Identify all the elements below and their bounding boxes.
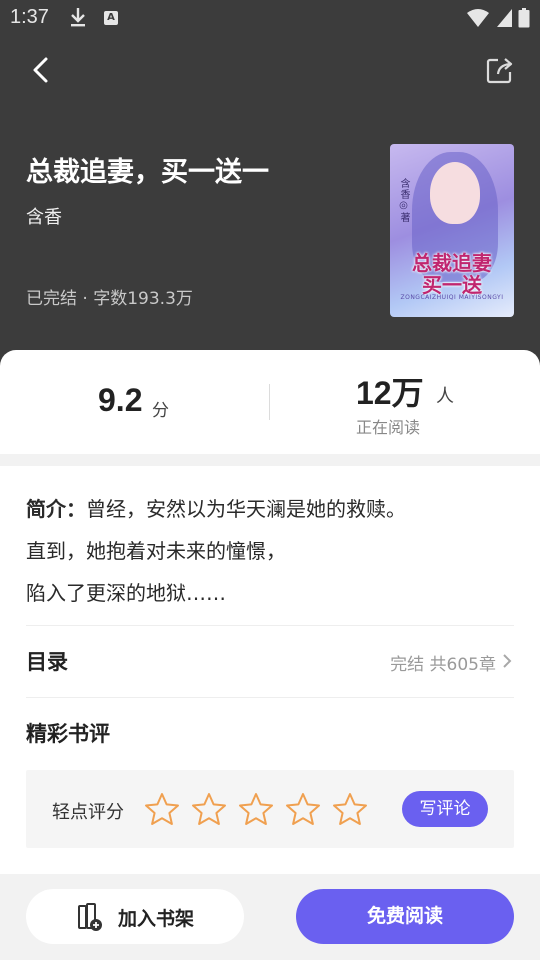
status-bar: 1:37 A xyxy=(0,0,540,36)
download-icon xyxy=(71,8,85,27)
chevron-right-icon xyxy=(503,654,512,668)
back-button[interactable] xyxy=(26,52,58,88)
intro-line-1: 简介：曾经，安然以为华天澜是她的救赎。 xyxy=(26,488,516,530)
score-unit: 分 xyxy=(152,401,169,421)
book-meta: 已完结 · 字数193.3万 xyxy=(26,289,193,309)
readers-unit: 人 xyxy=(436,386,454,407)
bottom-action-bar: 加入书架 免费阅读 xyxy=(0,874,540,960)
wifi-icon xyxy=(467,9,489,27)
signal-icon xyxy=(497,9,512,27)
book-cover-image: 含香◎著 总裁追妻 买一送 ZONGCAIZHUIQI MAIYISONGYI xyxy=(390,144,514,317)
divider xyxy=(26,697,514,698)
intro-line-2: 直到，她抱着对未来的憧憬， xyxy=(26,539,286,563)
readers-value: 12万 xyxy=(356,375,424,411)
status-time: 1:37 xyxy=(10,6,49,28)
intro-label: 简介： xyxy=(26,497,86,521)
book-author[interactable]: 含香 xyxy=(26,203,62,229)
stats-divider xyxy=(269,384,270,420)
add-to-shelf-button[interactable]: 加入书架 xyxy=(26,889,244,944)
intro-text-1: 曾经，安然以为华天澜是她的救赎。 xyxy=(86,497,406,521)
write-review-button[interactable]: 写评论 xyxy=(402,791,488,827)
rate-label: 轻点评分 xyxy=(52,802,124,823)
star-rating xyxy=(144,792,368,826)
book-header: 1:37 A 总裁追妻，买一送一 含香 已完结 · 字数193.3万 含香◎著 … xyxy=(0,0,540,380)
readers-label: 正在阅读 xyxy=(356,418,421,437)
book-detail-main: 简介：曾经，安然以为华天澜是她的救赎。 直到，她抱着对未来的憧憬， 陷入了更深的… xyxy=(0,466,540,876)
star-1-icon[interactable] xyxy=(144,792,180,826)
toc-info: 完结 共605章 xyxy=(390,655,496,675)
score-value: 9.2 xyxy=(98,382,143,418)
cover-pinyin: ZONGCAIZHUIQI MAIYISONGYI xyxy=(400,294,504,301)
toc-title: 目录 xyxy=(26,650,68,674)
notification-a-icon: A xyxy=(104,11,118,25)
book-title: 总裁追妻，买一送一 xyxy=(26,157,269,188)
toc-row[interactable]: 目录 完结 共605章 xyxy=(0,626,540,696)
star-5-icon[interactable] xyxy=(332,792,368,826)
reviews-title: 精彩书评 xyxy=(26,722,110,746)
status-icons xyxy=(466,8,530,28)
book-intro: 简介：曾经，安然以为华天澜是她的救赎。 直到，她抱着对未来的憧憬， 陷入了更深的… xyxy=(26,488,516,614)
share-button[interactable] xyxy=(484,54,516,86)
cover-title: 总裁追妻 买一送 xyxy=(390,252,514,296)
stats-card: 9.2 分 12万 人 正在阅读 xyxy=(0,350,540,454)
cover-signature: 含香◎著 xyxy=(398,178,409,223)
free-read-button[interactable]: 免费阅读 xyxy=(296,889,514,944)
star-4-icon[interactable] xyxy=(285,792,321,826)
cover-face xyxy=(430,162,480,224)
add-to-shelf-label: 加入书架 xyxy=(118,908,195,930)
rating-box: 轻点评分 写评论 xyxy=(26,770,514,848)
cover-title-line2: 买一送 xyxy=(422,273,482,297)
cover-title-line1: 总裁追妻 xyxy=(412,251,492,275)
battery-icon xyxy=(518,8,530,28)
star-3-icon[interactable] xyxy=(238,792,274,826)
intro-line-3: 陷入了更深的地狱…… xyxy=(26,581,226,605)
star-2-icon[interactable] xyxy=(191,792,227,826)
add-shelf-icon xyxy=(78,903,102,931)
